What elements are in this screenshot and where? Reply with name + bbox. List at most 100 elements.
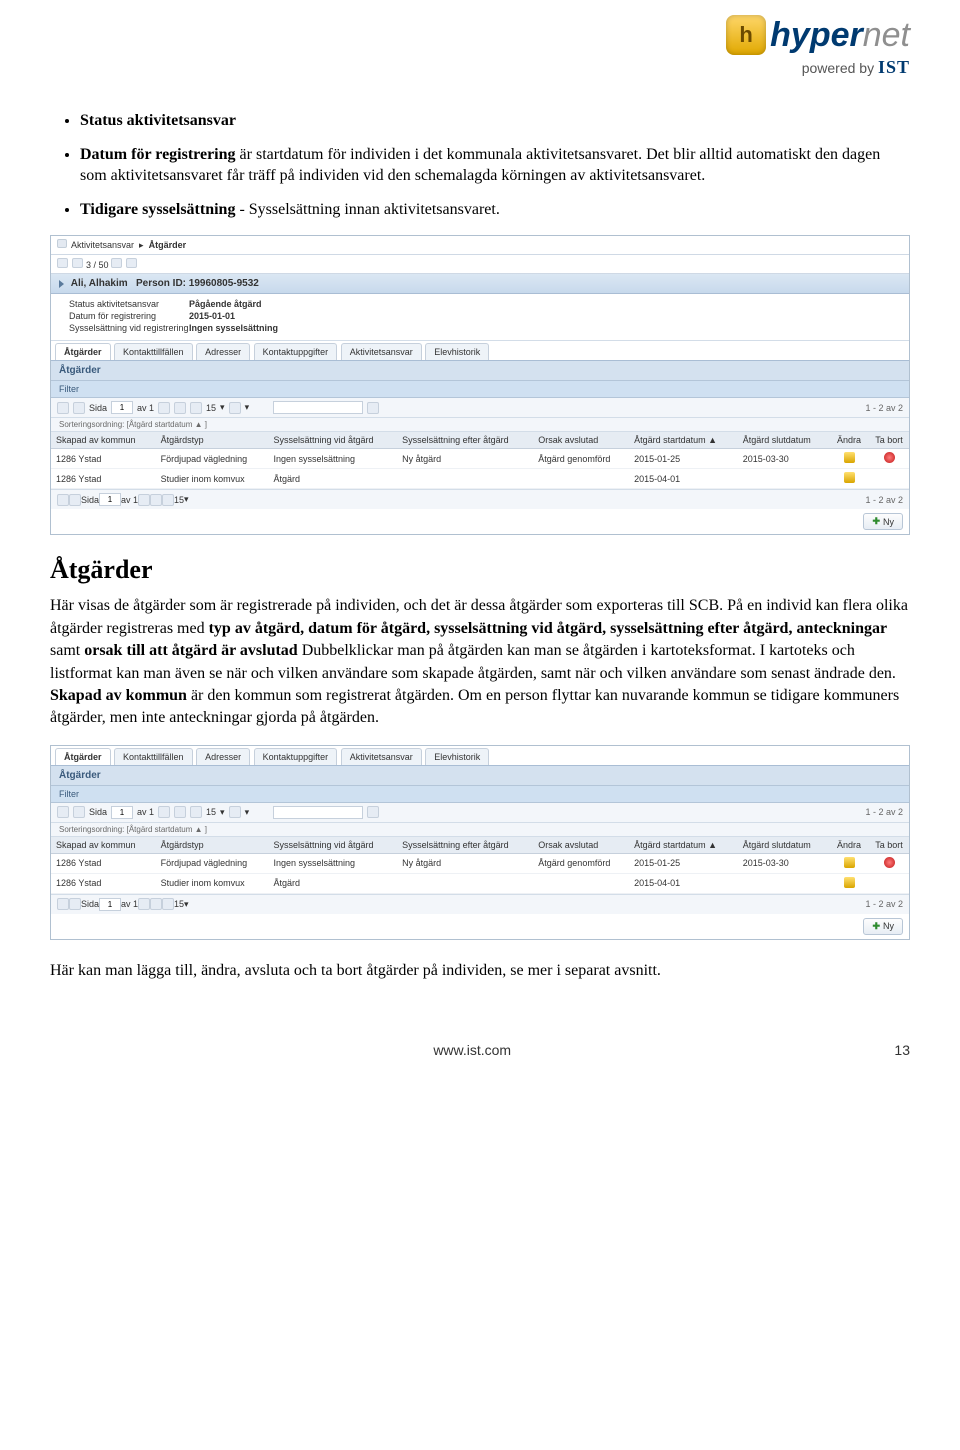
table-row[interactable]: 1286 YstadFördjupad vägledningIngen syss… bbox=[51, 449, 909, 469]
edit-icon[interactable] bbox=[844, 877, 855, 888]
page-label: Sida bbox=[81, 899, 99, 909]
pager-prev-icon[interactable] bbox=[72, 258, 83, 268]
page-input[interactable] bbox=[99, 493, 121, 506]
per-page-value[interactable]: 15 bbox=[206, 403, 216, 413]
tab-elevhistorik[interactable]: Elevhistorik bbox=[425, 343, 489, 360]
col-skapad[interactable]: Skapad av kommun bbox=[51, 837, 156, 854]
new-button[interactable]: ✚Ny bbox=[863, 513, 903, 530]
new-button-label: Ny bbox=[883, 921, 894, 931]
grid-print-icon[interactable] bbox=[229, 402, 241, 414]
delete-icon[interactable] bbox=[884, 857, 895, 868]
grid-next-icon[interactable] bbox=[138, 898, 150, 910]
page-of-label: av 1 bbox=[137, 807, 154, 817]
tab-elevhistorik[interactable]: Elevhistorik bbox=[425, 748, 489, 765]
grid-next-icon[interactable] bbox=[158, 402, 170, 414]
pager-first-icon[interactable] bbox=[57, 258, 68, 268]
grid-refresh-icon[interactable] bbox=[190, 402, 202, 414]
grid-prev-icon[interactable] bbox=[69, 494, 81, 506]
grid-prev-icon[interactable] bbox=[69, 898, 81, 910]
col-syss-vid[interactable]: Sysselsättning vid åtgärd bbox=[268, 837, 397, 854]
screenshot-atgarder-full: Aktivitetsansvar ▸ Åtgärder 3 / 50 Ali, … bbox=[50, 235, 910, 535]
tab-aktivitetsansvar[interactable]: Aktivitetsansvar bbox=[341, 343, 422, 360]
grid-prev-icon[interactable] bbox=[73, 806, 85, 818]
bullet-reg-lead: Datum för registrering bbox=[80, 146, 240, 163]
new-button[interactable]: ✚Ny bbox=[863, 918, 903, 935]
tab-kontaktuppgifter[interactable]: Kontaktuppgifter bbox=[254, 343, 338, 360]
grid-refresh-icon[interactable] bbox=[162, 494, 174, 506]
per-page-value[interactable]: 15 bbox=[206, 807, 216, 817]
col-orsak[interactable]: Orsak avslutad bbox=[533, 432, 629, 449]
table-row[interactable]: 1286 YstadStudier inom komvuxÅtgärd2015-… bbox=[51, 873, 909, 893]
page-input[interactable] bbox=[99, 898, 121, 911]
grid-prev-icon[interactable] bbox=[73, 402, 85, 414]
pager-last-icon[interactable] bbox=[126, 258, 137, 268]
per-page-value[interactable]: 15 bbox=[174, 495, 184, 505]
grid-toolbar-bottom: Sida av 1 15▾ 1 - 2 av 2 bbox=[51, 489, 909, 509]
page-input[interactable] bbox=[111, 806, 133, 819]
cell-start: 2015-01-25 bbox=[629, 853, 738, 873]
tab-atgarder[interactable]: Åtgärder bbox=[55, 748, 111, 765]
record-pager: 3 / 50 bbox=[51, 255, 909, 274]
tab-kontaktuppgifter[interactable]: Kontaktuppgifter bbox=[254, 748, 338, 765]
tab-adresser[interactable]: Adresser bbox=[196, 748, 250, 765]
grid-last-icon[interactable] bbox=[150, 898, 162, 910]
tab-adresser[interactable]: Adresser bbox=[196, 343, 250, 360]
col-orsak[interactable]: Orsak avslutad bbox=[533, 837, 629, 854]
cell-slut bbox=[738, 873, 829, 893]
grid-first-icon[interactable] bbox=[57, 494, 69, 506]
col-syss-vid[interactable]: Sysselsättning vid åtgärd bbox=[268, 432, 397, 449]
breadcrumb-root[interactable]: Aktivitetsansvar bbox=[71, 240, 134, 250]
grid-print-icon[interactable] bbox=[229, 806, 241, 818]
grid-last-icon[interactable] bbox=[150, 494, 162, 506]
col-syss-efter[interactable]: Sysselsättning efter åtgärd bbox=[397, 837, 533, 854]
pager-next-icon[interactable] bbox=[111, 258, 122, 268]
grid-last-icon[interactable] bbox=[174, 402, 186, 414]
col-skapad[interactable]: Skapad av kommun bbox=[51, 432, 156, 449]
edit-icon[interactable] bbox=[844, 452, 855, 463]
page-label: Sida bbox=[89, 807, 107, 817]
grid-search-input[interactable] bbox=[273, 806, 363, 819]
col-slut[interactable]: Åtgärd slutdatum bbox=[738, 837, 829, 854]
search-icon[interactable] bbox=[367, 402, 379, 414]
search-icon[interactable] bbox=[367, 806, 379, 818]
tab-aktivitetsansvar[interactable]: Aktivitetsansvar bbox=[341, 748, 422, 765]
edit-icon[interactable] bbox=[844, 857, 855, 868]
grid-last-icon[interactable] bbox=[174, 806, 186, 818]
col-typ[interactable]: Åtgärdstyp bbox=[156, 837, 269, 854]
grid-refresh-icon[interactable] bbox=[190, 806, 202, 818]
intro-bullet-list: Status aktivitetsansvar Datum för regist… bbox=[50, 110, 910, 220]
col-typ[interactable]: Åtgärdstyp bbox=[156, 432, 269, 449]
person-header[interactable]: Ali, Alhakim Person ID: 19960805-9532 bbox=[51, 274, 909, 294]
tab-atgarder[interactable]: Åtgärder bbox=[55, 343, 111, 360]
per-page-value[interactable]: 15 bbox=[174, 899, 184, 909]
cell-orsak: Åtgärd genomförd bbox=[533, 853, 629, 873]
filter-bar[interactable]: Filter bbox=[51, 786, 909, 803]
atgarder-grid: Skapad av kommun Åtgärdstyp Sysselsättni… bbox=[51, 837, 909, 894]
table-row[interactable]: 1286 YstadStudier inom komvuxÅtgärd2015-… bbox=[51, 469, 909, 489]
grid-section-header: Åtgärder bbox=[51, 766, 909, 786]
expand-triangle-icon[interactable] bbox=[59, 280, 64, 288]
delete-icon[interactable] bbox=[884, 452, 895, 463]
col-slut[interactable]: Åtgärd slutdatum bbox=[738, 432, 829, 449]
grid-next-icon[interactable] bbox=[158, 806, 170, 818]
tab-kontakttillfallen[interactable]: Kontakttillfällen bbox=[114, 343, 193, 360]
grid-refresh-icon[interactable] bbox=[162, 898, 174, 910]
paragraph-atgarder-desc: Här visas de åtgärder som är registrerad… bbox=[50, 595, 910, 729]
breadcrumb-back-icon[interactable] bbox=[57, 239, 67, 248]
grid-first-icon[interactable] bbox=[57, 898, 69, 910]
grid-search-input[interactable] bbox=[273, 401, 363, 414]
col-syss-efter[interactable]: Sysselsättning efter åtgärd bbox=[397, 432, 533, 449]
col-start[interactable]: Åtgärd startdatum ▲ bbox=[629, 432, 738, 449]
grid-first-icon[interactable] bbox=[57, 806, 69, 818]
edit-icon[interactable] bbox=[844, 472, 855, 483]
plus-icon: ✚ bbox=[872, 921, 880, 932]
page-input[interactable] bbox=[111, 401, 133, 414]
filter-bar[interactable]: Filter bbox=[51, 381, 909, 398]
tab-kontakttillfallen[interactable]: Kontakttillfällen bbox=[114, 748, 193, 765]
cell-vid: Ingen sysselsättning bbox=[268, 449, 397, 469]
table-row[interactable]: 1286 YstadFördjupad vägledningIngen syss… bbox=[51, 853, 909, 873]
cell-kommun: 1286 Ystad bbox=[51, 469, 156, 489]
col-start[interactable]: Åtgärd startdatum ▲ bbox=[629, 837, 738, 854]
grid-next-icon[interactable] bbox=[138, 494, 150, 506]
grid-first-icon[interactable] bbox=[57, 402, 69, 414]
